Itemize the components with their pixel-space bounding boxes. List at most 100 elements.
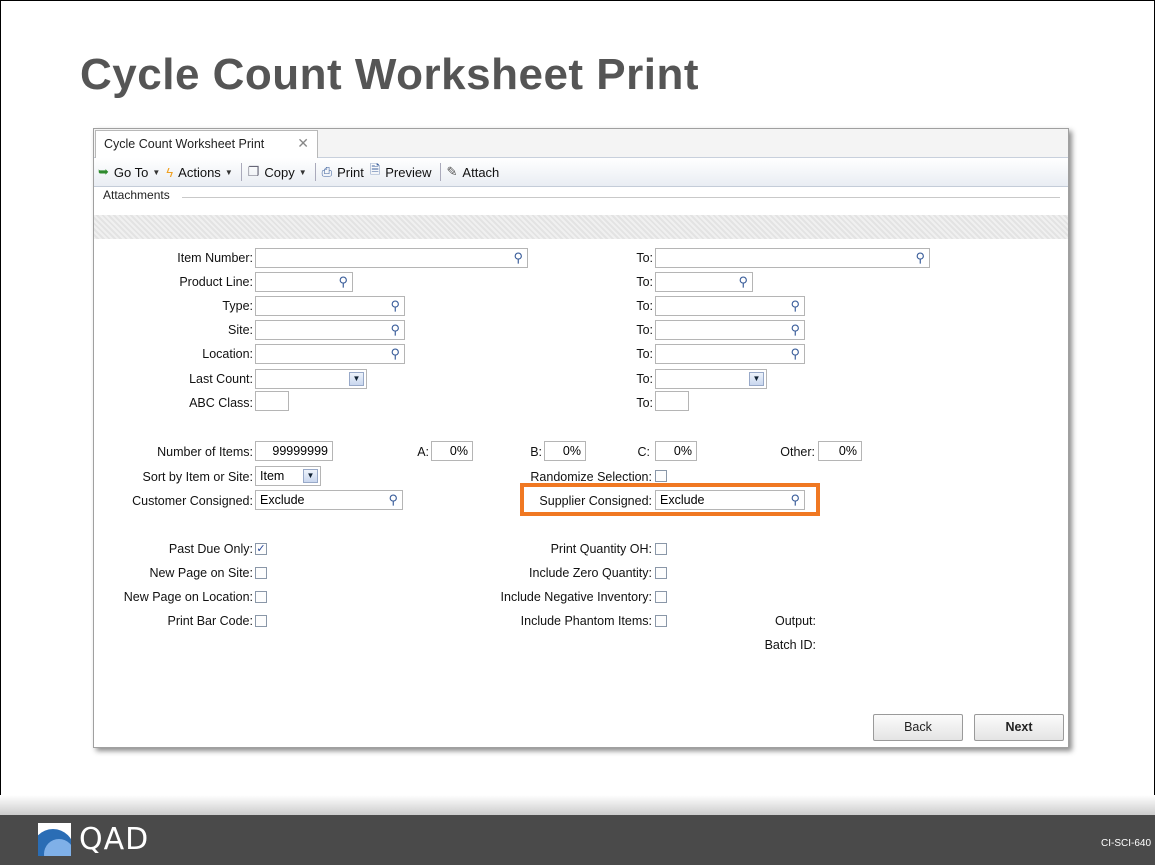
c-percent-input[interactable]: 0% [655,441,697,461]
footer-bar [0,815,1155,865]
last-count-label: Last Count: [189,372,253,386]
type-to-input[interactable]: ⚲ [655,296,805,316]
batch-id-label: Batch ID: [764,638,816,652]
lookup-magnifier-icon[interactable]: ⚲ [390,298,400,314]
item-number-to-input[interactable]: ⚲ [655,248,930,268]
abc-class-label: ABC Class: [189,396,253,410]
include-negative-inventory-checkbox[interactable] [655,591,667,603]
qad-logo: QAD [38,822,149,857]
product-line-to-label: To: [636,275,653,289]
lookup-magnifier-icon[interactable]: ⚲ [790,346,800,362]
site-to-label: To: [636,323,653,337]
print-button[interactable]: ⎙ Print [322,164,364,180]
tab-cycle-count-worksheet-print[interactable]: Cycle Count Worksheet Print ✕ [95,130,318,158]
type-from-input[interactable]: ⚲ [255,296,405,316]
goto-button[interactable]: ➥ Go To ▼ [98,164,160,180]
toolbar-separator [439,163,441,181]
attach-button[interactable]: ✎ Attach [447,164,500,180]
print-label: Print [337,164,364,180]
lookup-magnifier-icon[interactable]: ⚲ [738,274,748,290]
abc-class-from-input[interactable] [255,391,289,411]
print-quantity-oh-checkbox[interactable] [655,543,667,555]
product-line-from-input[interactable]: ⚲ [255,272,353,292]
site-to-input[interactable]: ⚲ [655,320,805,340]
back-button[interactable]: Back [873,714,963,741]
location-from-input[interactable]: ⚲ [255,344,405,364]
close-icon[interactable]: ✕ [297,135,309,152]
supplier-consigned-highlight [520,483,820,516]
goto-arrow-icon: ➥ [98,164,109,179]
lookup-magnifier-icon[interactable]: ⚲ [388,492,398,508]
product-line-to-input[interactable]: ⚲ [655,272,753,292]
randomize-selection-label: Randomize Selection: [530,470,652,484]
type-label: Type: [222,299,253,313]
abc-class-to-input[interactable] [655,391,689,411]
include-negative-inventory-label: Include Negative Inventory: [500,590,652,604]
include-phantom-items-label: Include Phantom Items: [520,614,652,628]
include-zero-quantity-checkbox[interactable] [655,567,667,579]
last-count-to-date[interactable]: ▼ [655,369,767,389]
include-zero-quantity-label: Include Zero Quantity: [529,566,652,580]
toolbar-separator [240,163,242,181]
slide-title: Cycle Count Worksheet Print [80,50,700,99]
randomize-selection-checkbox[interactable] [655,470,667,482]
chevron-down-icon[interactable]: ▼ [303,469,318,483]
sort-by-value: Item [260,469,285,483]
tab-bar: Cycle Count Worksheet Print ✕ [94,129,1068,158]
preview-button[interactable]: 🗎 Preview [370,161,432,183]
print-bar-code-checkbox[interactable] [255,615,267,627]
lookup-magnifier-icon[interactable]: ⚲ [390,346,400,362]
copy-button[interactable]: ❐ Copy ▼ [248,164,307,180]
print-icon: ⎙ [321,164,333,179]
attachments-section[interactable]: Attachments [94,188,1068,206]
sort-by-select[interactable]: Item ▼ [255,466,321,486]
number-of-items-input[interactable]: 99999999 [255,441,333,461]
b-percent-input[interactable]: 0% [544,441,586,461]
tab-label: Cycle Count Worksheet Print [104,137,265,151]
new-page-location-label: New Page on Location: [123,590,253,604]
customer-consigned-label: Customer Consigned: [132,494,253,508]
output-label: Output: [775,614,816,628]
lookup-magnifier-icon[interactable]: ⚲ [338,274,348,290]
lookup-magnifier-icon[interactable]: ⚲ [513,250,523,266]
copy-label: Copy [264,164,295,180]
lookup-magnifier-icon[interactable]: ⚲ [790,322,800,338]
location-to-label: To: [636,347,653,361]
other-percent-label: Other: [780,445,815,459]
site-label: Site: [227,323,253,337]
lookup-magnifier-icon[interactable]: ⚲ [390,322,400,338]
location-label: Location: [202,347,253,361]
preview-label: Preview [385,164,432,180]
last-count-from-date[interactable]: ▼ [255,369,367,389]
sort-by-label: Sort by Item or Site: [142,470,253,484]
other-percent-input[interactable]: 0% [818,441,862,461]
lookup-magnifier-icon[interactable]: ⚲ [790,298,800,314]
type-to-label: To: [636,299,653,313]
chevron-down-icon: ▼ [152,167,161,177]
past-due-only-checkbox[interactable]: ✓ [255,543,267,555]
chevron-down-icon: ▼ [224,167,233,177]
toolbar: ➥ Go To ▼ ϟ Actions ▼ ❐ Copy ▼ ⎙ Print 🗎… [94,158,1068,187]
next-button[interactable]: Next [974,714,1064,741]
customer-consigned-value: Exclude [260,493,305,507]
actions-button[interactable]: ϟ Actions ▼ [166,165,232,180]
site-from-input[interactable]: ⚲ [255,320,405,340]
print-quantity-oh-label: Print Quantity OH: [550,542,652,556]
location-to-input[interactable]: ⚲ [655,344,805,364]
new-page-site-checkbox[interactable] [255,567,267,579]
chevron-down-icon: ▼ [298,167,307,177]
lookup-magnifier-icon[interactable]: ⚲ [915,250,925,266]
toolbar-separator [314,163,316,181]
a-percent-input[interactable]: 0% [431,441,473,461]
header-band [94,215,1068,239]
include-phantom-items-checkbox[interactable] [655,615,667,627]
past-due-only-label: Past Due Only: [168,542,253,556]
chevron-down-icon[interactable]: ▼ [349,372,364,386]
attachments-label: Attachments [103,188,170,202]
new-page-location-checkbox[interactable] [255,591,267,603]
preview-icon: 🗎 [369,162,381,177]
attach-paperclip-icon: ✎ [446,164,458,179]
item-number-from-input[interactable]: ⚲ [255,248,528,268]
chevron-down-icon[interactable]: ▼ [749,372,764,386]
customer-consigned-input[interactable]: Exclude ⚲ [255,490,403,510]
